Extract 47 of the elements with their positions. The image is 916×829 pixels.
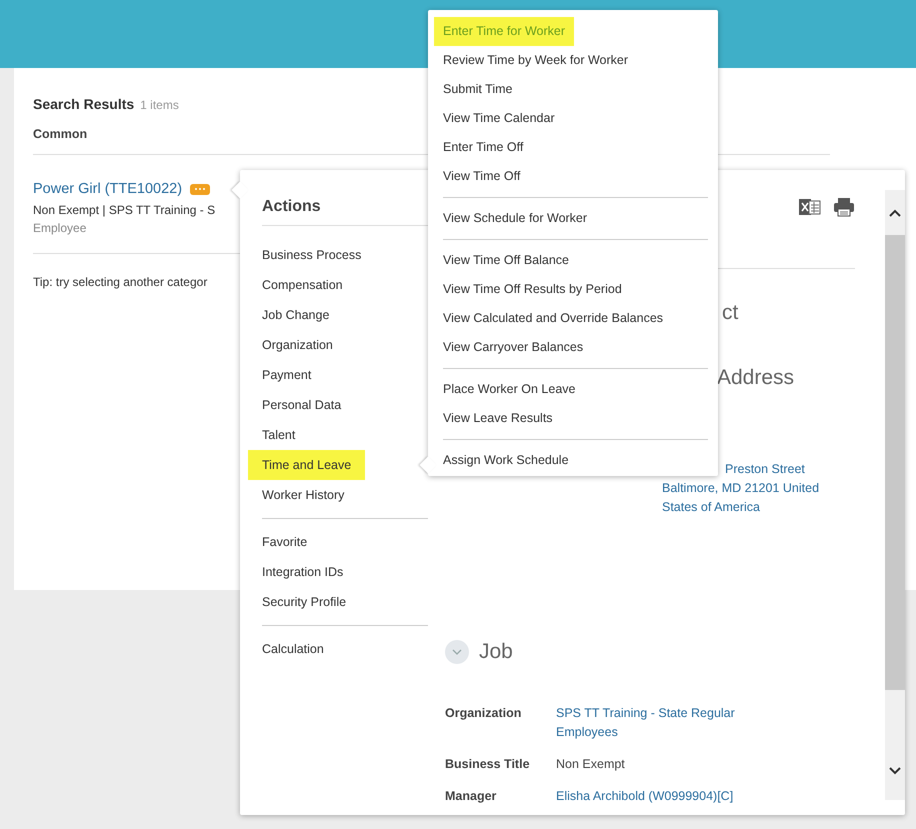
section-heading: Address [717, 366, 796, 390]
action-category[interactable]: Compensation [248, 270, 357, 300]
field-label: Manager [445, 788, 498, 805]
tip-text: Tip: try selecting another categor [33, 274, 208, 291]
result-subtitle: Non Exempt | SPS TT Training - S [33, 202, 216, 219]
submenu-item[interactable]: View Time Off Balance [434, 246, 578, 275]
action-category[interactable]: Security Profile [248, 587, 360, 617]
collapse-toggle-icon[interactable] [445, 640, 469, 664]
action-category[interactable]: Business Process [248, 240, 376, 270]
result-link[interactable]: Power Girl (TTE10022) [33, 180, 182, 198]
field-value-link[interactable]: SPS TT Training - State Regular Employees [556, 704, 771, 742]
scroll-down-icon[interactable] [889, 767, 901, 775]
submenu-item[interactable]: View Leave Results [434, 404, 562, 433]
action-category[interactable]: Job Change [248, 300, 344, 330]
print-icon[interactable] [833, 197, 855, 217]
submenu-item[interactable]: View Schedule for Worker [434, 204, 596, 233]
action-category[interactable]: Personal Data [248, 390, 356, 420]
action-category[interactable]: Favorite [248, 527, 322, 557]
submenu-item[interactable]: View Calculated and Override Balances [434, 304, 672, 333]
section-heading: Job [479, 639, 513, 666]
scroll-up-icon[interactable] [889, 208, 901, 216]
field-value: Non Exempt [556, 756, 626, 773]
action-category[interactable]: Worker History [248, 480, 358, 510]
scrollbar[interactable] [885, 190, 905, 800]
action-category[interactable]: Calculation [248, 634, 338, 664]
results-title: Search Results [33, 95, 134, 114]
action-category[interactable]: Talent [248, 420, 310, 450]
field-label: Organization [445, 705, 522, 722]
section-heading: ct [722, 301, 740, 325]
submenu-item[interactable]: Submit Time [434, 75, 522, 104]
submenu-item[interactable]: View Carryover Balances [434, 333, 592, 362]
results-count: 1 items [140, 97, 179, 114]
submenu-item[interactable]: Place Worker On Leave [434, 375, 584, 404]
action-category[interactable]: Integration IDs [248, 557, 358, 587]
submenu-item[interactable]: Review Time by Week for Worker [434, 46, 638, 75]
action-category[interactable]: Organization [248, 330, 347, 360]
action-category[interactable]: Payment [248, 360, 326, 390]
scrollbar-thumb[interactable] [885, 235, 905, 690]
result-type: Employee [33, 220, 88, 237]
field-label: Business Title [445, 756, 531, 773]
submenu-item[interactable]: View Time Off [434, 162, 530, 191]
excel-export-icon[interactable] [799, 197, 821, 217]
field-value-link[interactable]: Elisha Archibold (W0999904)[C] [556, 787, 771, 806]
action-category[interactable]: Time and Leave [248, 450, 366, 480]
submenu-item[interactable]: View Time Off Results by Period [434, 275, 631, 304]
submenu-item[interactable]: Assign Work Schedule [434, 446, 578, 475]
address-link[interactable]: Preston Street Baltimore, MD 21201 United States of America [662, 460, 855, 517]
